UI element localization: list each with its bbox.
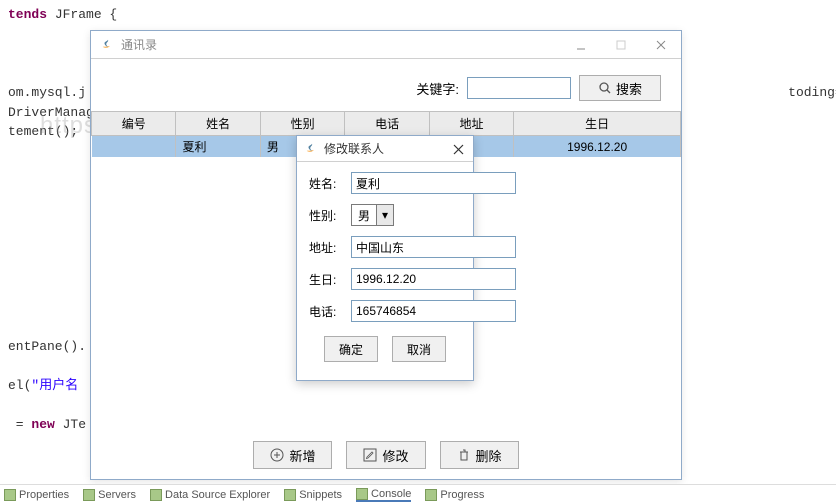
snippets-icon [284, 489, 296, 501]
col-address[interactable]: 地址 [429, 112, 513, 136]
birthday-label: 生日: [309, 271, 345, 288]
tab-properties[interactable]: Properties [4, 489, 69, 501]
console-icon [356, 488, 368, 500]
search-button[interactable]: 搜索 [579, 75, 661, 101]
close-button[interactable] [641, 31, 681, 59]
name-input[interactable] [351, 172, 516, 194]
titlebar: 通讯录 [91, 31, 681, 59]
tab-snippets[interactable]: Snippets [284, 489, 342, 501]
address-label: 地址: [309, 239, 345, 256]
eclipse-views-tabbar: Properties Servers Data Source Explorer … [0, 484, 836, 504]
phone-label: 电话: [309, 303, 345, 320]
dialog-body: 姓名: 性别: 男 ▾ 地址: 生日: 电话: 确定 取消 [297, 162, 473, 380]
birthday-input[interactable] [351, 268, 516, 290]
window-title: 通讯录 [121, 36, 157, 53]
pencil-icon [363, 448, 377, 462]
edit-contact-dialog: 修改联系人 姓名: 性别: 男 ▾ 地址: 生日: 电话: [296, 135, 474, 381]
bottom-toolbar: 新增 修改 删除 [91, 441, 681, 469]
col-birthday[interactable]: 生日 [514, 112, 681, 136]
search-input[interactable] [467, 77, 571, 99]
tab-progress[interactable]: Progress [425, 489, 484, 501]
col-phone[interactable]: 电话 [345, 112, 429, 136]
phone-input[interactable] [351, 300, 516, 322]
col-id[interactable]: 编号 [92, 112, 176, 136]
tab-data-source[interactable]: Data Source Explorer [150, 489, 270, 501]
add-button[interactable]: 新增 [253, 441, 332, 469]
dialog-titlebar: 修改联系人 [297, 136, 473, 162]
trash-icon [457, 448, 471, 462]
servers-icon [83, 489, 95, 501]
minimize-button[interactable] [561, 31, 601, 59]
dialog-title: 修改联系人 [324, 140, 384, 157]
properties-icon [4, 489, 16, 501]
chevron-down-icon: ▾ [377, 205, 393, 225]
gender-label: 性别: [309, 207, 345, 224]
close-icon [453, 144, 464, 155]
delete-button[interactable]: 删除 [440, 441, 519, 469]
tab-console[interactable]: Console [356, 488, 411, 502]
cancel-button[interactable]: 取消 [392, 336, 446, 362]
search-icon [598, 81, 612, 95]
col-gender[interactable]: 性别 [260, 112, 344, 136]
name-label: 姓名: [309, 175, 345, 192]
col-name[interactable]: 姓名 [176, 112, 260, 136]
dialog-close-button[interactable] [449, 140, 467, 158]
java-icon [305, 142, 319, 156]
progress-icon [425, 489, 437, 501]
data-source-icon [150, 489, 162, 501]
ok-button[interactable]: 确定 [324, 336, 378, 362]
gender-select[interactable]: 男 ▾ [351, 204, 394, 226]
plus-icon [270, 448, 284, 462]
table-header-row: 编号 姓名 性别 电话 地址 生日 [92, 112, 681, 136]
java-icon [101, 38, 115, 52]
tab-servers[interactable]: Servers [83, 489, 136, 501]
maximize-button[interactable] [601, 31, 641, 59]
address-input[interactable] [351, 236, 516, 258]
search-bar: 关键字: 搜索 [91, 59, 681, 111]
search-label: 关键字: [416, 79, 459, 98]
edit-button[interactable]: 修改 [346, 441, 425, 469]
